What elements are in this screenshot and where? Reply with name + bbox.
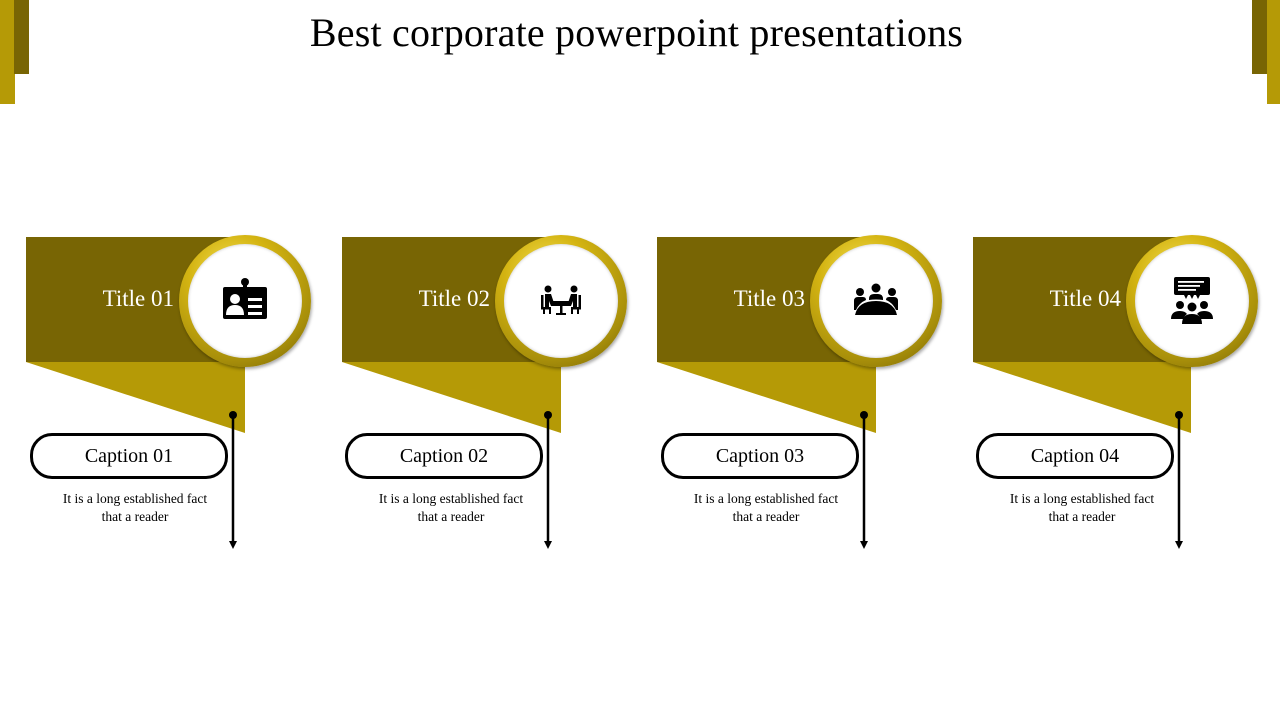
card-description: It is a long established fact that a rea… bbox=[40, 490, 230, 526]
card-description: It is a long established fact that a rea… bbox=[987, 490, 1177, 526]
description-line-2: that a reader bbox=[732, 509, 800, 524]
card-description: It is a long established fact that a rea… bbox=[671, 490, 861, 526]
description-line-1: It is a long established fact bbox=[378, 491, 524, 506]
description-line-1: It is a long established fact bbox=[1009, 491, 1155, 506]
description-line-2: that a reader bbox=[101, 509, 169, 524]
description-line-1: It is a long established fact bbox=[62, 491, 208, 506]
step-card-2: Title 02 Caption 02 It is a long establi… bbox=[342, 235, 642, 557]
step-card-3: Title 03 Caption 03 It is a long establi… bbox=[657, 235, 957, 557]
caption-pill: Caption 01 bbox=[30, 433, 228, 479]
step-card-4: Title 04 Caption 04 It is a long establi… bbox=[973, 235, 1273, 557]
caption-pill: Caption 02 bbox=[345, 433, 543, 479]
description-line-2: that a reader bbox=[1048, 509, 1116, 524]
slide-title: Best corporate powerpoint presentations bbox=[309, 10, 964, 55]
description-line-2: that a reader bbox=[417, 509, 485, 524]
card-description: It is a long established fact that a rea… bbox=[356, 490, 546, 526]
caption-pill: Caption 03 bbox=[661, 433, 859, 479]
caption-pill: Caption 04 bbox=[976, 433, 1174, 479]
description-line-1: It is a long established fact bbox=[693, 491, 839, 506]
step-card-1: Title 01 Caption 01 It is a long establi… bbox=[26, 235, 326, 557]
